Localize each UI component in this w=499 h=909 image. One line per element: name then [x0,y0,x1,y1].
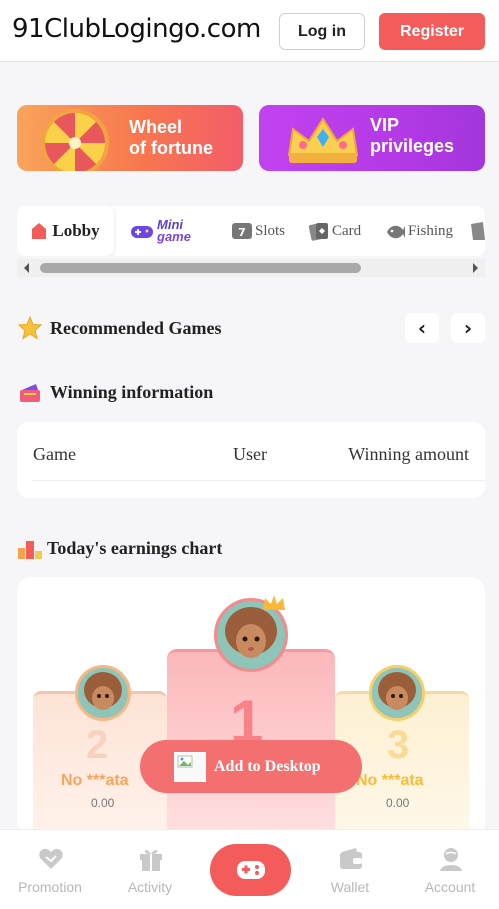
tab-lobby[interactable]: Lobby [17,206,114,256]
rank-2-amount: 0.00 [91,796,115,810]
wheel-icon [41,109,109,171]
tab-fishing-label: Fishing [408,222,454,239]
recommended-next-button[interactable]: › [451,313,485,343]
svg-text:7: 7 [238,226,246,239]
earnings-chart-title: Today's earnings chart [47,538,223,558]
tab-card[interactable]: Card [308,206,378,256]
nav-promotion-label: Promotion [18,879,82,895]
wallet-icon [340,848,362,869]
nav-account[interactable]: Account [400,830,499,909]
scrollbar-thumb[interactable] [40,263,361,273]
game-category-tabs: Lobby Mini game 7 Slots Card Fishing [17,206,485,256]
star-icon [18,316,42,340]
vip-privileges-banner[interactable]: VIP privileges [259,105,485,171]
broken-image-icon [174,751,206,782]
avatar-face-icon [372,668,422,718]
site-title[interactable]: 91ClubLogingo.com [12,14,261,44]
register-button[interactable]: Register [379,13,485,50]
top-header: 91ClubLogingo.com Log in Register [0,0,499,62]
add-to-desktop-label: Add to Desktop [214,757,321,775]
add-to-desktop-button[interactable]: Add to Desktop [140,740,362,793]
recommended-prev-button[interactable]: ‹ [405,313,439,343]
nav-promotion[interactable]: Promotion [0,830,100,909]
vip-banner-line2: privileges [370,136,455,156]
winning-info-title: Winning information [50,382,214,402]
card-icon [308,223,328,241]
rank-3-name: No ***ata [356,772,424,789]
tab-minigame[interactable]: Mini game [130,206,210,256]
tab-lobby-label: Lobby [52,221,100,240]
account-icon [440,848,462,871]
nav-games-center-button[interactable] [210,844,291,896]
wheel-banner-text: Wheel of fortune [129,117,213,159]
rank-3-number: 3 [387,723,410,767]
crown-icon [287,117,359,163]
wheel-banner-line1: Wheel [129,117,183,137]
column-header-user: User [233,444,267,464]
gamepad-icon [131,226,153,238]
gift-icon [140,849,162,871]
wheel-banner-line2: of fortune [129,138,213,158]
podium-icon [18,541,42,559]
nav-activity[interactable]: Activity [100,830,200,909]
tab-slots-label: Slots [255,222,286,239]
slot-machine-icon: 7 [232,223,252,239]
scroll-left-arrow-icon[interactable] [21,259,33,277]
avatar-rank-3 [369,665,425,721]
recommended-games-title: Recommended Games [50,318,222,338]
chevron-left-icon: ‹ [417,316,427,340]
partial-category-icon [471,222,485,240]
winning-info-table: Game User Winning amount [17,422,485,498]
vip-banner-line1: VIP [370,115,400,135]
crown-rank-1-icon [263,595,285,610]
winning-info-icon [20,384,40,402]
table-divider [33,480,485,481]
avatar-rank-2 [75,665,131,721]
tab-slots[interactable]: 7 Slots [231,206,301,256]
tab-card-label: Card [332,222,362,239]
home-icon [32,223,47,239]
nav-activity-label: Activity [127,879,173,895]
scroll-right-arrow-icon[interactable] [469,259,481,277]
tabs-scrollbar[interactable] [17,259,485,277]
login-button[interactable]: Log in [279,13,365,50]
promotion-icon [39,848,63,869]
tab-fishing[interactable]: Fishing [384,206,474,256]
wheel-of-fortune-banner[interactable]: Wheel of fortune [17,105,243,171]
chevron-right-icon: › [463,316,473,340]
tab-minigame-line2: game [157,229,191,244]
vip-banner-text: VIP privileges [370,115,454,157]
tab-more-partial[interactable] [469,206,485,256]
earnings-podium: 2 1 3 No ***ata 0.00 No ***ata 0.00 [17,577,485,837]
fish-icon [387,225,405,239]
nav-wallet-label: Wallet [330,879,370,895]
column-header-winning-amount: Winning amount [348,444,469,464]
tab-minigame-label: Mini game [157,218,191,244]
rank-2-name: No ***ata [61,772,129,789]
nav-account-label: Account [424,879,476,895]
column-header-game: Game [33,444,76,464]
avatar-face-icon [78,668,128,718]
nav-wallet[interactable]: Wallet [300,830,400,909]
rank-3-amount: 0.00 [386,796,410,810]
gamepad-plus-icon [236,861,265,879]
bottom-navigation: Promotion Activity Wallet Account [0,829,499,909]
rank-2-number: 2 [86,723,109,767]
